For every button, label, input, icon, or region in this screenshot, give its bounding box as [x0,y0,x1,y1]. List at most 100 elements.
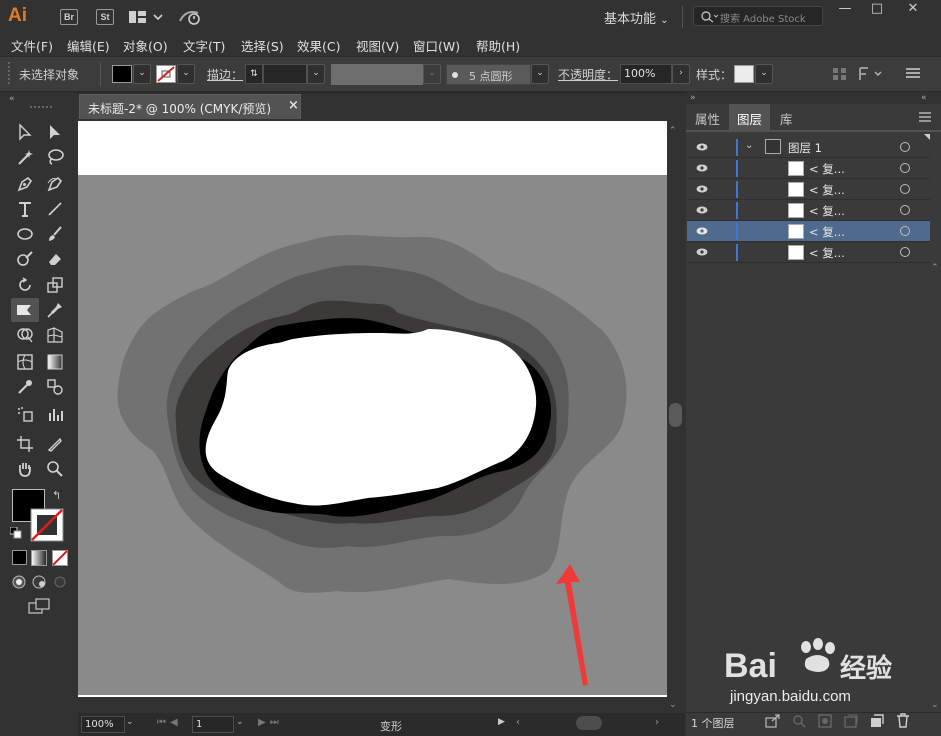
menu-window[interactable]: 窗口(W) [413,36,460,55]
width-tool-active[interactable] [11,298,39,322]
align-icon[interactable] [832,67,848,81]
hand-tool[interactable] [14,458,36,480]
rotate-tool[interactable] [14,274,36,296]
status-menu-icon[interactable]: ▶ [498,717,505,727]
stock-button[interactable]: St [96,9,114,25]
horizontal-scroll-thumb[interactable] [576,716,602,730]
slice-tool[interactable] [44,433,66,455]
stroke-swatch[interactable] [156,65,176,83]
create-new-layer-icon[interactable] [870,714,884,728]
stroke-weight-stepper[interactable]: ⇅ [245,64,263,84]
locate-object-icon[interactable] [792,714,806,728]
gradient-mode-button[interactable] [31,550,47,566]
transform-icon[interactable] [858,66,884,82]
fill-dropdown[interactable]: ⌄ [133,64,151,84]
artboard-next-buttons[interactable]: ▶⏭ [258,717,283,728]
gradient-tool[interactable] [44,351,66,373]
layer-row-layer1[interactable]: ⌄ 图层 1 [687,137,930,158]
scroll-right-icon[interactable]: › [655,717,659,728]
expand-panel-icon[interactable]: » [690,93,696,103]
menu-edit[interactable]: 编辑(E) [67,36,110,55]
layer-row-path-2[interactable]: < 复... [687,179,930,200]
zoom-tool[interactable] [44,458,66,480]
color-mode-button[interactable] [12,550,27,565]
delete-layer-icon[interactable] [896,713,910,728]
puppet-warp-tool[interactable] [44,299,66,321]
menu-view[interactable]: 视图(V) [356,36,399,55]
stroke-weight-dropdown[interactable]: ⌄ [307,64,325,84]
brush-definition[interactable]: 5 点圆形 [446,64,531,85]
vertical-scroll-thumb[interactable] [669,403,682,427]
artboard-dropdown-icon[interactable]: ⌄ [236,717,244,727]
panel-scroll-down-icon[interactable]: ⌄ [931,700,939,710]
menu-object[interactable]: 对象(O) [123,36,168,55]
collapse-panel-icon[interactable]: « [921,93,927,103]
maximize-button[interactable]: □ [861,0,893,18]
curvature-tool[interactable] [44,173,66,195]
swap-colors-icon[interactable]: ↰ [52,489,61,502]
arrange-documents-icon[interactable] [128,9,164,25]
opacity-label[interactable]: 不透明度： [558,66,618,83]
stroke-weight-input[interactable] [263,64,307,84]
scroll-down-icon[interactable]: ⌄ [669,700,677,710]
gpu-performance-icon[interactable] [178,7,204,27]
menu-file[interactable]: 文件(F) [11,36,53,55]
layer-row-path-1[interactable]: < 复... [687,158,930,179]
stroke-color-box[interactable] [30,508,64,542]
control-bar-grip[interactable] [8,62,10,84]
export-icon[interactable] [765,714,781,728]
close-window-button[interactable]: ✕ [893,0,933,18]
pen-tool[interactable] [14,173,36,195]
menu-type[interactable]: 文字(T) [183,36,225,55]
tab-properties[interactable]: 属性 [687,104,728,130]
line-segment-tool[interactable] [44,198,66,220]
scroll-left-icon[interactable]: ‹ [516,717,520,728]
none-mode-button[interactable] [52,550,68,566]
default-colors-icon[interactable] [10,527,22,539]
eraser-tool[interactable] [44,248,66,270]
artboard-prev-buttons[interactable]: ⏮◀ [157,717,182,728]
toolbox-grip[interactable] [30,106,52,109]
symbol-sprayer-tool[interactable] [14,403,36,425]
workspace-switcher[interactable]: 基本功能 ⌄ [604,8,669,27]
variable-width-profile[interactable] [331,64,423,85]
layer-row-path-3[interactable]: < 复... [687,200,930,221]
graphic-style-swatch[interactable] [734,65,754,83]
opacity-input[interactable]: 100% [620,64,672,84]
ellipse-tool[interactable] [14,223,36,245]
zoom-level-field[interactable]: 100% [81,716,125,733]
close-tab-button[interactable]: × [288,98,299,113]
scale-tool[interactable] [44,274,66,296]
collapse-toolbox-icon[interactable]: « [9,94,15,104]
tab-layers[interactable]: 图层 [729,104,771,130]
style-dropdown[interactable]: ⌄ [755,64,773,84]
artboard-tool[interactable] [14,433,36,455]
stock-search-input[interactable]: 搜索 Adobe Stock [693,6,823,26]
make-clipping-mask-icon[interactable] [818,714,832,728]
menu-effect[interactable]: 效果(C) [297,36,340,55]
type-tool[interactable] [14,198,36,220]
paintbrush-tool[interactable] [44,223,66,245]
document-tab[interactable]: 未标题-2* @ 100% (CMYK/预览) × [79,94,301,119]
panel-scroll-up-icon[interactable]: ⌃ [931,263,939,273]
lasso-tool[interactable] [44,146,66,168]
eyedropper-tool[interactable] [14,376,36,398]
opacity-flyout[interactable]: › [672,64,690,84]
layer-row-path-5[interactable]: < 复... [687,242,930,263]
shape-builder-tool[interactable] [14,324,36,346]
menu-help[interactable]: 帮助(H) [476,36,520,55]
scroll-up-icon[interactable]: ⌃ [669,126,677,136]
stroke-label[interactable]: 描边： [207,66,243,83]
direct-selection-tool[interactable] [44,121,66,143]
layer-row-path-4-selected[interactable]: < 复... [687,221,930,242]
profile-dropdown[interactable]: ⌄ [423,64,441,84]
draw-normal-icon[interactable] [11,574,67,590]
fill-swatch[interactable] [112,65,132,83]
bridge-button[interactable]: Br [60,9,78,25]
tab-libraries[interactable]: 库 [772,104,801,130]
control-bar-menu-icon[interactable] [906,67,920,79]
shaper-tool[interactable] [14,248,36,270]
create-sublayer-icon[interactable] [844,714,858,728]
screen-mode-icon[interactable] [28,598,52,616]
minimize-button[interactable]: — [829,0,861,18]
